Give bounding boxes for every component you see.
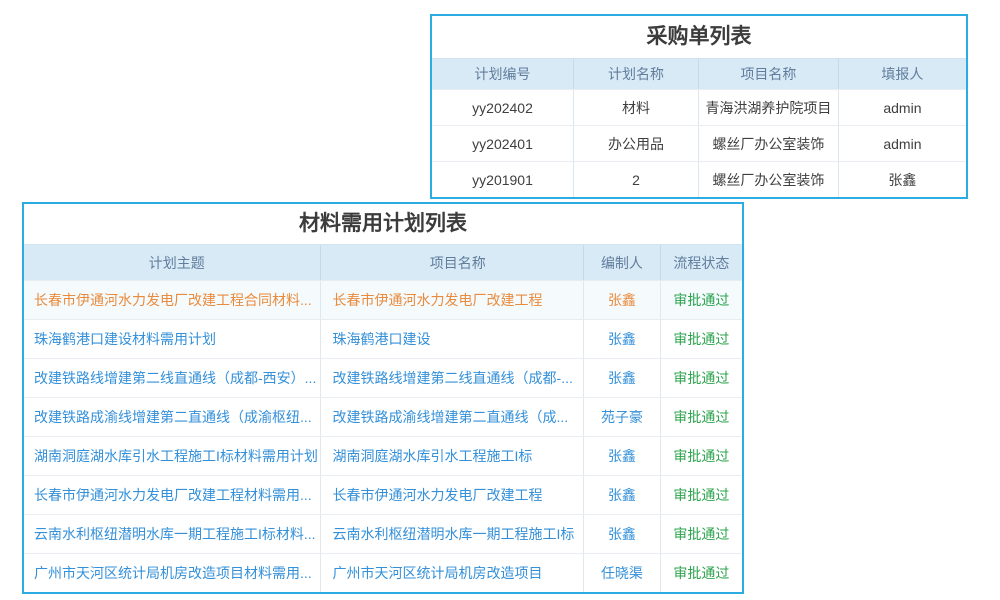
material-table-header: 计划主题 项目名称 编制人 流程状态 xyxy=(24,244,742,280)
status-badge: 审批通过 xyxy=(661,398,742,436)
column-header-flow-status: 流程状态 xyxy=(661,245,742,280)
column-header-reporter: 填报人 xyxy=(839,59,966,89)
status-badge: 审批通过 xyxy=(661,515,742,553)
table-row: 湖南洞庭湖水库引水工程施工I标材料需用计划湖南洞庭湖水库引水工程施工I标张鑫审批… xyxy=(24,436,742,475)
plan-number-cell: yy201901 xyxy=(432,162,574,197)
table-row: 改建铁路线增建第二线直通线（成都-西安）...改建铁路线增建第二线直通线（成都-… xyxy=(24,358,742,397)
project-name-link[interactable]: 改建铁路线增建第二线直通线（成都-... xyxy=(321,359,585,397)
project-name-link[interactable]: 长春市伊通河水力发电厂改建工程 xyxy=(321,281,585,319)
purchase-table-title: 采购单列表 xyxy=(432,16,966,58)
author-cell: 张鑫 xyxy=(584,476,661,514)
table-row: 长春市伊通河水力发电厂改建工程合同材料...长春市伊通河水力发电厂改建工程张鑫审… xyxy=(24,280,742,319)
plan-subject-link[interactable]: 改建铁路线增建第二线直通线（成都-西安）... xyxy=(24,359,321,397)
plan-subject-link[interactable]: 长春市伊通河水力发电厂改建工程材料需用... xyxy=(24,476,321,514)
status-badge: 审批通过 xyxy=(661,437,742,475)
plan-name-cell: 2 xyxy=(574,162,699,197)
table-row: 广州市天河区统计局机房改造项目材料需用...广州市天河区统计局机房改造项目任晓渠… xyxy=(24,553,742,592)
column-header-project-name: 项目名称 xyxy=(321,245,585,280)
plan-name-cell: 材料 xyxy=(574,90,699,125)
table-row: 珠海鹤港口建设材料需用计划珠海鹤港口建设张鑫审批通过 xyxy=(24,319,742,358)
project-name-cell: 螺丝厂办公室装饰 xyxy=(699,162,839,197)
author-cell: 张鑫 xyxy=(584,281,661,319)
column-header-project-name: 项目名称 xyxy=(699,59,839,89)
plan-subject-link[interactable]: 云南水利枢纽潜明水库一期工程施工I标材料... xyxy=(24,515,321,553)
project-name-link[interactable]: 改建铁路成渝线增建第二直通线（成... xyxy=(321,398,585,436)
table-row: 云南水利枢纽潜明水库一期工程施工I标材料...云南水利枢纽潜明水库一期工程施工I… xyxy=(24,514,742,553)
table-row[interactable]: yy202402材料青海洪湖养护院项目admin xyxy=(432,89,966,125)
purchase-table-body: yy202402材料青海洪湖养护院项目adminyy202401办公用品螺丝厂办… xyxy=(432,89,966,197)
project-name-link[interactable]: 长春市伊通河水力发电厂改建工程 xyxy=(321,476,585,514)
purchase-order-list-panel: 采购单列表 计划编号 计划名称 项目名称 填报人 yy202402材料青海洪湖养… xyxy=(430,14,968,199)
plan-subject-link[interactable]: 长春市伊通河水力发电厂改建工程合同材料... xyxy=(24,281,321,319)
purchase-table-header: 计划编号 计划名称 项目名称 填报人 xyxy=(432,58,966,89)
plan-number-cell: yy202402 xyxy=(432,90,574,125)
status-badge: 审批通过 xyxy=(661,476,742,514)
author-cell: 张鑫 xyxy=(584,359,661,397)
reporter-cell: admin xyxy=(839,126,966,161)
material-table-body: 长春市伊通河水力发电厂改建工程合同材料...长春市伊通河水力发电厂改建工程张鑫审… xyxy=(24,280,742,592)
status-badge: 审批通过 xyxy=(661,554,742,592)
plan-subject-link[interactable]: 广州市天河区统计局机房改造项目材料需用... xyxy=(24,554,321,592)
project-name-cell: 螺丝厂办公室装饰 xyxy=(699,126,839,161)
author-cell: 苑子豪 xyxy=(584,398,661,436)
project-name-link[interactable]: 湖南洞庭湖水库引水工程施工I标 xyxy=(321,437,585,475)
plan-subject-link[interactable]: 湖南洞庭湖水库引水工程施工I标材料需用计划 xyxy=(24,437,321,475)
table-row: 改建铁路成渝线增建第二直通线（成渝枢纽...改建铁路成渝线增建第二直通线（成..… xyxy=(24,397,742,436)
material-plan-list-panel: 材料需用计划列表 计划主题 项目名称 编制人 流程状态 长春市伊通河水力发电厂改… xyxy=(22,202,744,594)
table-row[interactable]: yy2019012螺丝厂办公室装饰张鑫 xyxy=(432,161,966,197)
author-cell: 张鑫 xyxy=(584,320,661,358)
plan-subject-link[interactable]: 珠海鹤港口建设材料需用计划 xyxy=(24,320,321,358)
table-row[interactable]: yy202401办公用品螺丝厂办公室装饰admin xyxy=(432,125,966,161)
column-header-plan-name: 计划名称 xyxy=(574,59,699,89)
plan-name-cell: 办公用品 xyxy=(574,126,699,161)
author-cell: 任晓渠 xyxy=(584,554,661,592)
column-header-author: 编制人 xyxy=(584,245,661,280)
project-name-link[interactable]: 广州市天河区统计局机房改造项目 xyxy=(321,554,585,592)
status-badge: 审批通过 xyxy=(661,281,742,319)
status-badge: 审批通过 xyxy=(661,320,742,358)
material-table-title: 材料需用计划列表 xyxy=(24,204,742,244)
column-header-plan-number: 计划编号 xyxy=(432,59,574,89)
plan-subject-link[interactable]: 改建铁路成渝线增建第二直通线（成渝枢纽... xyxy=(24,398,321,436)
plan-number-cell: yy202401 xyxy=(432,126,574,161)
column-header-plan-subject: 计划主题 xyxy=(24,245,321,280)
status-badge: 审批通过 xyxy=(661,359,742,397)
author-cell: 张鑫 xyxy=(584,437,661,475)
reporter-cell: admin xyxy=(839,90,966,125)
reporter-cell: 张鑫 xyxy=(839,162,966,197)
project-name-link[interactable]: 珠海鹤港口建设 xyxy=(321,320,585,358)
table-row: 长春市伊通河水力发电厂改建工程材料需用...长春市伊通河水力发电厂改建工程张鑫审… xyxy=(24,475,742,514)
project-name-cell: 青海洪湖养护院项目 xyxy=(699,90,839,125)
author-cell: 张鑫 xyxy=(584,515,661,553)
project-name-link[interactable]: 云南水利枢纽潜明水库一期工程施工I标 xyxy=(321,515,585,553)
